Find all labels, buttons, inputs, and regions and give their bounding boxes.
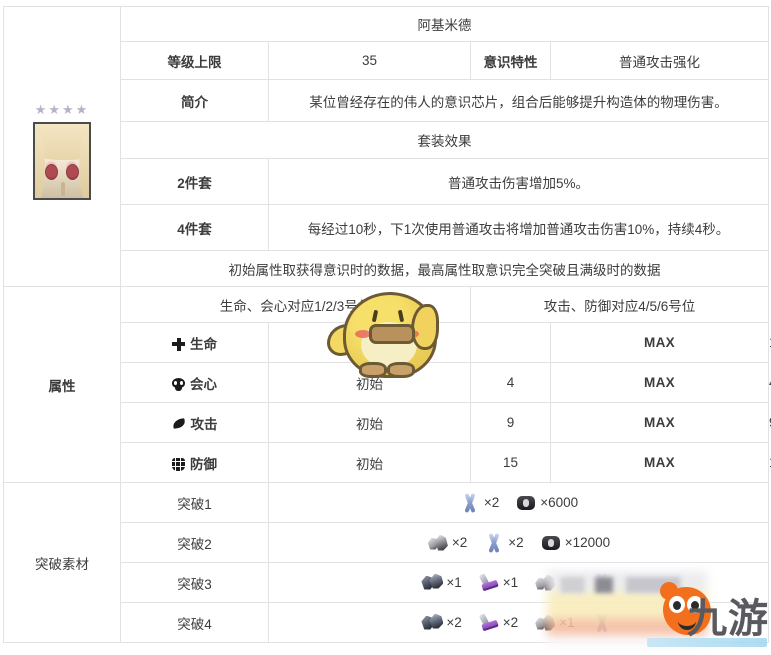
set-effect-header: 套装效果 [120,121,769,159]
stat-max-label-hp: MAX [550,322,769,363]
description-value: 某位曾经存在的伟人的意识芯片，组合后能够提升构造体的物理伤害。 [268,79,769,122]
blade-icon [172,418,186,431]
material-item: ×1 [534,613,574,633]
material-item: ×2 [483,533,523,553]
blue-cross-item-icon [459,493,481,513]
material-item: ×2 [427,533,467,553]
stat-name-crit: 会心 [120,362,269,403]
stat-name-hp: 生命 [120,322,269,363]
material-item: ×2 [421,613,461,633]
dark-rock-cluster-icon [421,573,443,593]
purple-tool-icon [478,573,500,593]
stat-name-def: 防御 [120,442,269,483]
stat-initial-label-atk: 初始 [268,402,471,443]
level-cap-label: 等级上限 [120,41,269,80]
rarity-stars: ★★★★ [34,102,90,117]
dark-nut-currency-icon [540,533,562,553]
material-item: ×6000 [515,493,578,513]
trait-value: 普通攻击强化 [550,41,769,80]
trait-label: 意识特性 [470,41,551,80]
stat-initial-label-def: 初始 [268,442,471,483]
set-2pc-label: 2件套 [120,158,269,205]
gray-rock-icon [427,533,449,553]
material-items-4: ×2 ×2 ×1 [268,602,769,643]
gray-rock-icon [534,613,556,633]
material-item: ×2 [459,493,499,513]
material-item: ×2 [478,613,518,633]
material-stage-label-1: 突破1 [120,482,269,523]
material-items-2: ×2 ×2 ×12000 [268,522,769,563]
detail-table: ★★★★ 阿基米德 等级上限 35 意识特性 普通攻击强化 简介 某位曾经存在的… [3,6,771,643]
stat-initial-value-def: 15 [470,442,551,483]
cross-icon [172,337,185,351]
stat-name-atk: 攻击 [120,402,269,443]
material-item: ×1 [478,573,518,593]
skull-icon [172,377,185,391]
level-cap-value: 35 [268,41,471,80]
dark-nut-currency-icon [515,493,537,513]
purple-tool-icon [478,613,500,633]
blue-cross-item-icon [591,573,613,593]
attribute-slot-row: 属性 生命、会心对应1/2/3号位 攻击、防御对应4/5/6号位 [3,286,769,483]
material-item: ×12000 [540,533,610,553]
material-item [591,613,616,633]
slot-right-label: 攻击、防御对应4/5/6号位 [470,286,769,323]
description-label: 简介 [120,79,269,122]
set-4pc-text: 每经过10秒，下1次使用普通攻击将增加普通攻击伤害10%，持续4秒。 [268,204,769,251]
materials-label: 突破素材 [3,482,121,643]
slot-left-label: 生命、会心对应1/2/3号位 [120,286,471,323]
material-items-1: ×2 ×6000 [268,482,769,523]
card-title: 阿基米德 [120,6,769,42]
material-stage-label-3: 突破3 [120,562,269,603]
material-items-3: ×1 ×1 ×1 [268,562,769,603]
stat-max-label-atk: MAX [550,402,769,443]
material-item: ×1 [421,573,461,593]
stat-initial-value-crit: 4 [470,362,551,403]
gray-rock-icon [534,573,556,593]
stat-initial-label-hp: 初始 [268,322,471,363]
material-row-1: 突破素材 突破1 ×2 ×6000 [3,482,769,643]
material-stage-label-2: 突破2 [120,522,269,563]
stat-max-label-crit: MAX [550,362,769,403]
dark-rock-cluster-icon [421,613,443,633]
stat-initial-value-atk: 9 [470,402,551,443]
attributes-label: 属性 [3,286,121,483]
awareness-detail-card: ★★★★ 阿基米德 等级上限 35 意识特性 普通攻击强化 简介 某位曾经存在的… [0,6,771,655]
portrait-cell: ★★★★ [3,6,121,287]
material-stage-label-4: 突破4 [120,602,269,643]
material-item: ×1 [534,573,574,593]
set-2pc-text: 普通攻击伤害增加5%。 [268,158,769,205]
character-portrait-icon [33,122,91,200]
stat-initial-label-crit: 初始 [268,362,471,403]
stat-max-label-def: MAX [550,442,769,483]
blue-cross-item-icon [483,533,505,553]
material-item [591,573,616,593]
stat-initial-value-hp [470,322,551,363]
set-4pc-label: 4件套 [120,204,269,251]
attribute-note: 初始属性取获得意识时的数据，最高属性取意识完全突破且满级时的数据 [120,250,769,287]
shield-icon [172,457,185,471]
blue-cross-item-icon [591,613,613,633]
title-row: ★★★★ 阿基米德 [3,6,769,287]
